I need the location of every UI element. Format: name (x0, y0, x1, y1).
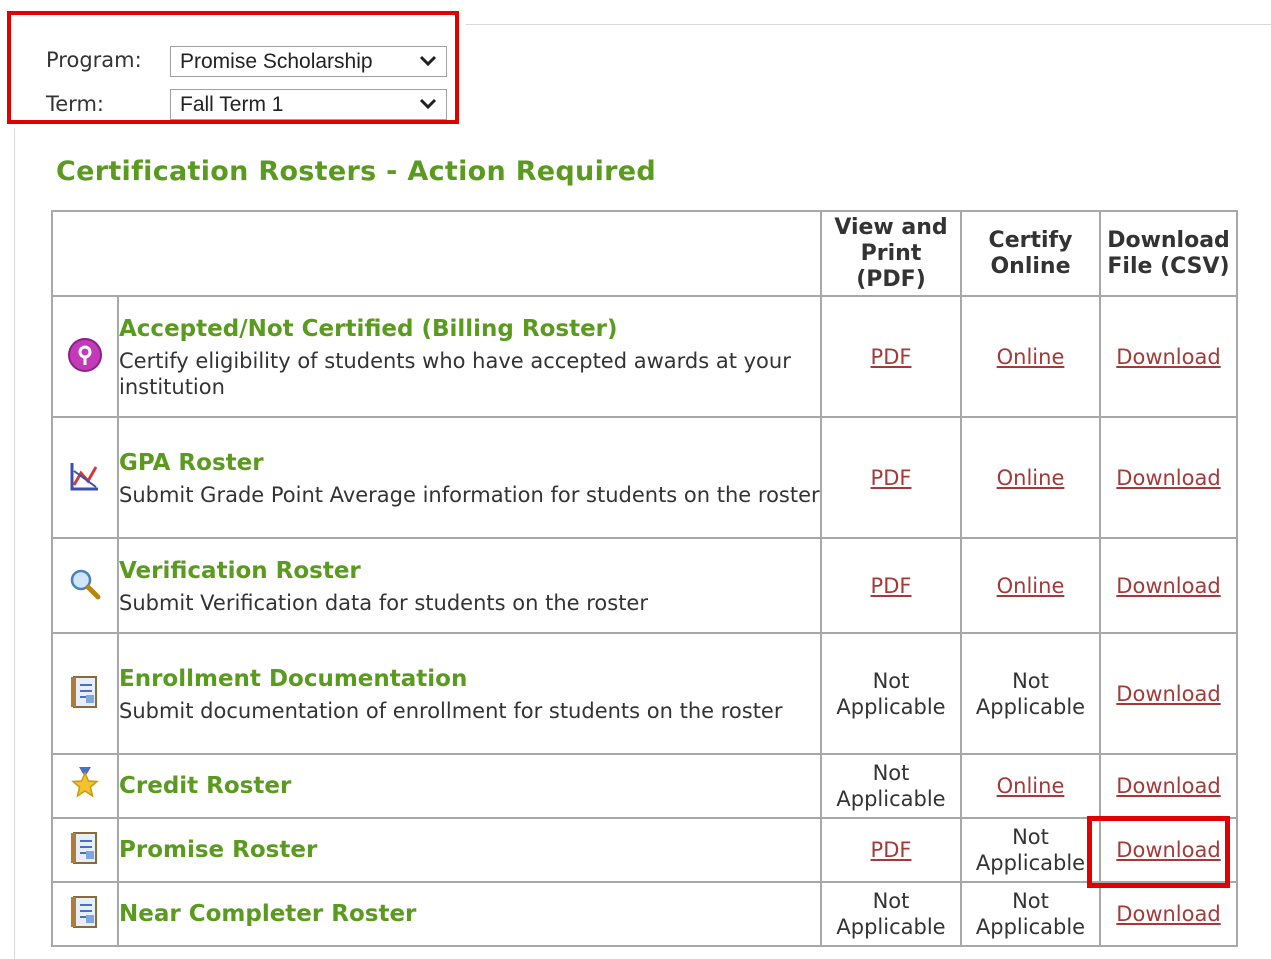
pdf-not-applicable: Not Applicable (836, 761, 946, 811)
magnifier-icon (70, 569, 101, 599)
download-link[interactable]: Download (1116, 838, 1220, 862)
roster-title: GPA Roster (119, 449, 264, 476)
term-select[interactable]: Fall Term 1 (170, 89, 447, 120)
row-icon-cell (51, 295, 119, 418)
document-icon (71, 896, 97, 928)
online-link[interactable]: Online (997, 574, 1065, 598)
roster-title: Promise Roster (119, 837, 318, 863)
roster-title: Credit Roster (119, 773, 292, 799)
online-not-applicable: Not Applicable (975, 889, 1086, 939)
download-link[interactable]: Download (1116, 774, 1220, 798)
online-not-applicable: Not Applicable (975, 668, 1086, 719)
pdf-link[interactable]: PDF (871, 838, 912, 862)
program-label: Program: (46, 48, 142, 72)
left-divider (14, 128, 15, 959)
table-row: Verification Roster Submit Verification … (51, 537, 1238, 634)
pdf-link[interactable]: PDF (871, 574, 912, 598)
download-link[interactable]: Download (1116, 574, 1220, 598)
row-icon-cell (51, 817, 119, 883)
top-divider (466, 24, 1271, 25)
roster-description: Certify eligibility of students who have… (119, 348, 791, 399)
row-icon-cell (51, 416, 119, 539)
roster-title: Accepted/Not Certified (Billing Roster) (119, 315, 618, 342)
document-icon (71, 675, 97, 708)
question-icon (68, 337, 102, 372)
table-header-row: View and Print (PDF) Certify Online Down… (51, 210, 1238, 297)
table-row: Credit Roster Not Applicable Online Down… (51, 753, 1238, 819)
row-icon-cell (51, 632, 119, 755)
rosters-table: View and Print (PDF) Certify Online Down… (51, 210, 1238, 947)
header-empty-cell (51, 210, 822, 297)
pdf-link[interactable]: PDF (871, 466, 912, 490)
row-icon-cell (51, 537, 119, 634)
document-icon (71, 832, 97, 864)
row-description-cell: Enrollment Documentation Submit document… (117, 632, 822, 755)
header-online: Certify Online (960, 210, 1101, 297)
term-select-value: Fall Term 1 (180, 93, 284, 116)
row-icon-cell (51, 753, 119, 819)
table-row: Accepted/Not Certified (Billing Roster) … (51, 295, 1238, 418)
chevron-down-icon (419, 98, 437, 110)
chevron-down-icon (419, 55, 437, 67)
row-description-cell: Credit Roster (117, 753, 822, 819)
program-select-value: Promise Scholarship (180, 50, 373, 73)
online-link[interactable]: Online (997, 774, 1065, 798)
download-link[interactable]: Download (1116, 466, 1220, 490)
online-not-applicable: Not Applicable (975, 825, 1086, 875)
pdf-not-applicable: Not Applicable (836, 889, 946, 939)
online-link[interactable]: Online (997, 466, 1065, 490)
roster-description: Submit Grade Point Average information f… (119, 482, 820, 507)
section-title: Certification Rosters - Action Required (56, 156, 656, 187)
row-description-cell: Promise Roster (117, 817, 822, 883)
row-description-cell: Near Completer Roster (117, 881, 822, 947)
download-link[interactable]: Download (1116, 345, 1220, 369)
table-row: Near Completer Roster Not Applicable Not… (51, 881, 1238, 947)
roster-title: Near Completer Roster (119, 901, 417, 927)
pdf-not-applicable: Not Applicable (836, 668, 946, 719)
download-link[interactable]: Download (1116, 682, 1220, 706)
roster-description: Submit documentation of enrollment for s… (119, 698, 783, 723)
row-description-cell: Accepted/Not Certified (Billing Roster) … (117, 295, 822, 418)
header-pdf: View and Print (PDF) (820, 210, 962, 297)
table-row: Enrollment Documentation Submit document… (51, 632, 1238, 755)
term-label: Term: (46, 92, 104, 116)
table-row: Promise Roster PDF Not Applicable Downlo… (51, 817, 1238, 883)
program-select[interactable]: Promise Scholarship (170, 46, 447, 77)
download-link[interactable]: Download (1116, 902, 1220, 926)
roster-description: Submit Verification data for students on… (119, 590, 648, 615)
star-medal-icon (71, 767, 99, 798)
row-icon-cell (51, 881, 119, 947)
header-csv: Download File (CSV) (1099, 210, 1238, 297)
roster-title: Enrollment Documentation (119, 665, 468, 692)
online-link[interactable]: Online (997, 345, 1065, 369)
row-description-cell: Verification Roster Submit Verification … (117, 537, 822, 634)
roster-title: Verification Roster (119, 557, 361, 584)
pdf-link[interactable]: PDF (871, 345, 912, 369)
table-row: GPA Roster Submit Grade Point Average in… (51, 416, 1238, 539)
chart-icon (70, 462, 98, 490)
row-description-cell: GPA Roster Submit Grade Point Average in… (117, 416, 822, 539)
